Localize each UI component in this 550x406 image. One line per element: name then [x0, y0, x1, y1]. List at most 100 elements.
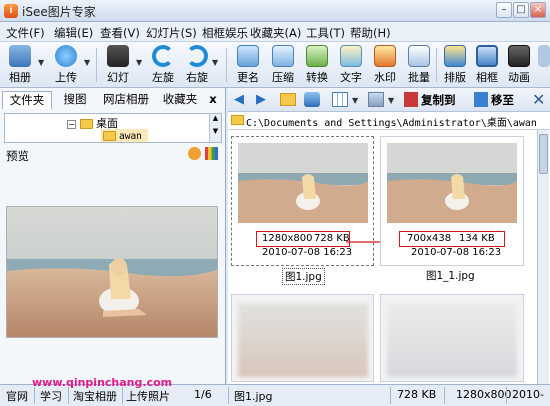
scroll-down-icon[interactable]: ▼ — [210, 127, 221, 135]
toolbar-label: 压缩 — [272, 71, 294, 84]
main-toolbar: 相册 ▼ 上传 ▼ 幻灯 ▼ 左旋 右旋 ▼ 更名 压缩 转换 文字 水印 批量… — [0, 42, 550, 88]
preview-label: 预览 — [6, 149, 29, 163]
tab-shop-album[interactable]: 网店相册 — [98, 91, 154, 109]
toolbar-slideshow-button[interactable]: 幻灯 — [102, 44, 134, 86]
toolbar-label: 右旋 — [186, 71, 208, 84]
status-tab-learn[interactable]: 学习 — [40, 388, 62, 404]
tree-scrollbar[interactable]: ▲ ▼ — [209, 114, 221, 142]
slideshow-icon — [107, 45, 129, 67]
chevron-down-icon[interactable]: ▼ — [84, 58, 90, 67]
toolbar-album-button[interactable]: 相册 — [4, 44, 36, 86]
left-panel: 文件夹 搜图 网店相册 收藏夹 x − 桌面 awan ▲ ▼ 预览 — [0, 88, 226, 384]
copy-to-button[interactable]: 复制到 — [421, 92, 456, 108]
toolbar-label: 动画 — [508, 71, 530, 84]
collapse-toggle[interactable]: − — [67, 120, 76, 129]
forward-icon[interactable]: ▶ — [256, 92, 266, 107]
toolbar-animation-button[interactable]: 动画 — [504, 44, 534, 86]
filename-label[interactable]: 图1.jpg — [282, 268, 325, 285]
upload-icon — [55, 45, 77, 67]
histogram-icon[interactable] — [205, 147, 218, 160]
move-icon — [474, 92, 488, 107]
menu-file[interactable]: 文件(F) — [6, 25, 45, 41]
status-tab-upload[interactable]: 上传照片 — [126, 388, 170, 404]
refresh-icon[interactable] — [304, 92, 320, 107]
filename-label[interactable]: 图1_1.jpg — [426, 268, 475, 283]
tab-folders[interactable]: 文件夹 — [2, 91, 52, 109]
toolbar-upload-button[interactable]: 上传 — [50, 44, 82, 86]
title-bar: i iSee图片专家 – □ × — [0, 0, 550, 22]
toolbar-label: 左旋 — [152, 71, 174, 84]
menu-frame-fun[interactable]: 相框娱乐 — [202, 25, 248, 41]
status-tab-official[interactable]: 官网 — [6, 388, 28, 404]
folder-icon — [231, 115, 244, 125]
path-bar[interactable]: C:\Documents and Settings\Administrator\… — [228, 112, 550, 130]
status-date: 2010- — [512, 388, 544, 401]
status-separator — [390, 387, 391, 404]
toolbar-text-button[interactable]: 文字 — [336, 44, 366, 86]
view-mode-icon[interactable] — [332, 92, 348, 107]
menu-help[interactable]: 帮助(H) — [350, 25, 391, 41]
tree-item-awan[interactable]: awan — [101, 129, 148, 142]
toolbar-separator — [96, 48, 97, 82]
chevron-down-icon[interactable]: ▼ — [38, 58, 44, 67]
menu-slideshow[interactable]: 幻灯片(S) — [146, 25, 197, 41]
close-panel-button[interactable]: x — [206, 91, 220, 109]
sort-icon[interactable] — [368, 92, 384, 107]
watermark-text: www.qinpinchang.com — [32, 376, 173, 389]
toolbar-convert-button[interactable]: 转换 — [302, 44, 332, 86]
thumbnail-scrollbar[interactable] — [537, 130, 549, 384]
status-tab-taobao[interactable]: 淘宝相册 — [73, 388, 117, 404]
status-separator — [444, 387, 445, 404]
toolbar-layout-button[interactable]: 排版 — [440, 44, 470, 86]
window-title: iSee图片专家 — [22, 5, 96, 19]
chevron-down-icon[interactable]: ▼ — [136, 58, 142, 67]
thumbnail-image — [238, 303, 368, 377]
thumbnail-image — [238, 143, 368, 223]
image-dims: 1280x800 — [262, 233, 313, 244]
thumbnail-image — [387, 303, 517, 377]
toolbar-separator — [226, 48, 227, 82]
menu-view[interactable]: 查看(V) — [100, 25, 140, 41]
tree-label: awan — [119, 131, 142, 142]
toolbar-label: 批量 — [408, 71, 430, 84]
up-folder-icon[interactable] — [280, 93, 296, 106]
toolbar-rotate-right-button[interactable]: 右旋 — [182, 44, 212, 86]
compress-icon — [272, 45, 294, 67]
menu-edit[interactable]: 编辑(E) — [54, 25, 93, 41]
menu-favorites[interactable]: 收藏夹(A) — [250, 25, 301, 41]
chevron-down-icon[interactable]: ▼ — [388, 96, 394, 105]
tab-favorites[interactable]: 收藏夹 — [158, 91, 202, 109]
scroll-thumb[interactable] — [539, 134, 548, 174]
minimize-button[interactable]: – — [496, 2, 512, 18]
scroll-up-icon[interactable]: ▲ — [210, 114, 221, 122]
toolbar-label: 转换 — [306, 71, 328, 84]
chevron-down-icon[interactable]: ▼ — [352, 96, 358, 105]
toolbar-batch-button[interactable]: 批量 — [404, 44, 434, 86]
toolbar-watermark-button[interactable]: 水印 — [370, 44, 400, 86]
maximize-button[interactable]: □ — [513, 2, 529, 18]
close-window-button[interactable]: × — [530, 2, 546, 18]
toolbar-compress-button[interactable]: 压缩 — [268, 44, 298, 86]
scissors-icon[interactable]: ✕ — [532, 90, 545, 109]
move-to-button[interactable]: 移至 — [491, 92, 514, 108]
thumbnail-card[interactable] — [380, 294, 524, 382]
chevron-down-icon[interactable]: ▼ — [212, 58, 218, 67]
thumbnail-card[interactable] — [231, 294, 374, 382]
batch-icon — [408, 45, 430, 67]
copy-icon — [404, 92, 418, 107]
toolbar-rename-button[interactable]: 更名 — [233, 44, 263, 86]
tab-search[interactable]: 搜图 — [58, 91, 92, 109]
info-icon[interactable] — [188, 147, 201, 160]
back-icon[interactable]: ◀ — [234, 92, 244, 107]
menu-tools[interactable]: 工具(T) — [306, 25, 345, 41]
image-date: 2010-07-08 16:23 — [262, 247, 353, 258]
toolbar-rotate-left-button[interactable]: 左旋 — [148, 44, 178, 86]
frame-icon — [476, 45, 498, 67]
app-icon: i — [4, 4, 18, 18]
toolbar-label: 幻灯 — [107, 71, 129, 84]
folder-icon — [103, 131, 116, 141]
status-separator — [228, 387, 229, 404]
toolbar-more-button[interactable] — [538, 44, 550, 86]
thumbnail-card[interactable]: 700x438 134 KB 2010-07-08 16:23 — [380, 136, 524, 266]
toolbar-frame-button[interactable]: 相框 — [472, 44, 502, 86]
